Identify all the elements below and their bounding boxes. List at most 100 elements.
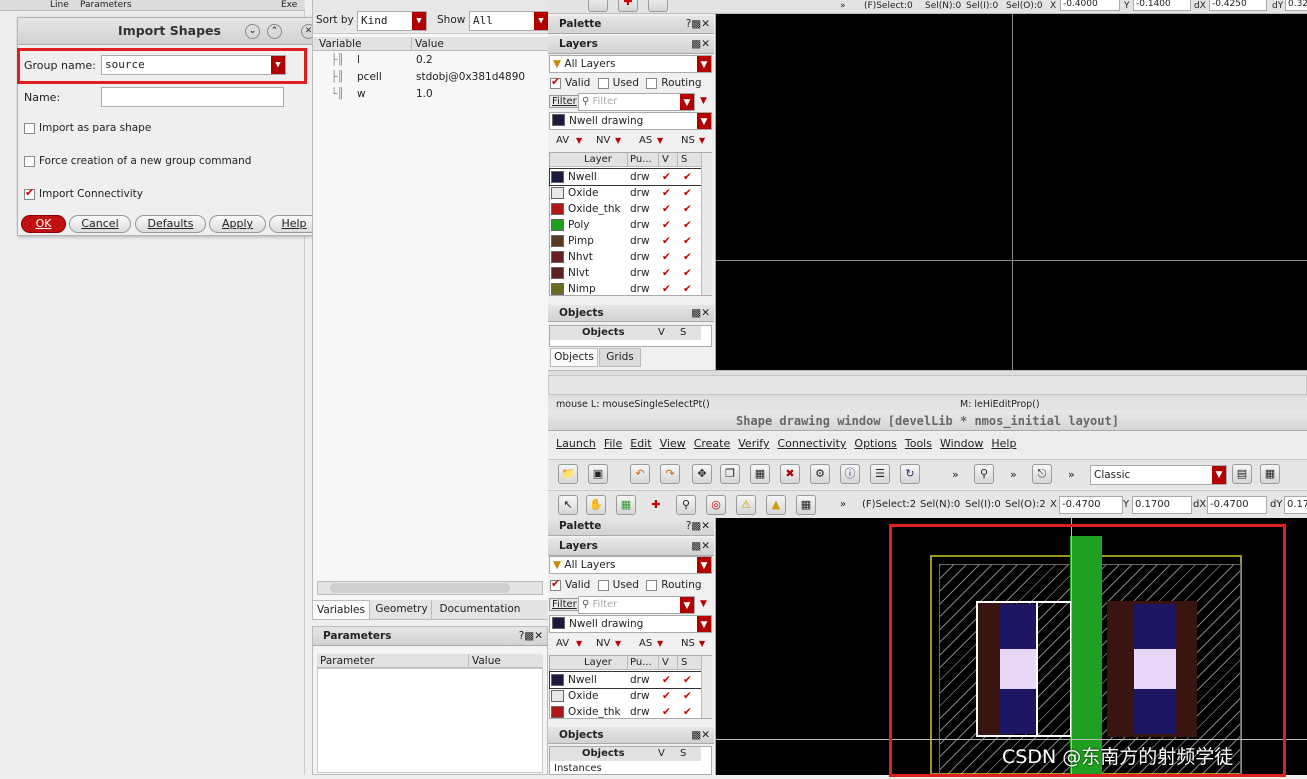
current-layer-combo[interactable]: Nwell drawing ▼ — [549, 112, 712, 130]
tab-objects[interactable]: Objects — [550, 348, 598, 367]
filter-button[interactable]: Filter — [549, 598, 580, 611]
ok-button[interactable]: OK — [21, 215, 66, 233]
panel-controls-icon[interactable]: ?▩✕ — [686, 518, 710, 535]
tab-documentation[interactable]: Documentation — [434, 600, 526, 620]
visible-check-icon[interactable]: ✔ — [662, 704, 671, 720]
menu-verify[interactable]: Verify — [738, 437, 769, 450]
chevron-down-icon[interactable]: ▼ — [697, 557, 711, 573]
redo-icon[interactable]: ↷ — [660, 464, 680, 484]
overflow-icon[interactable]: » — [840, 499, 846, 510]
selectable-check-icon[interactable]: ✔ — [683, 672, 692, 688]
var-row-pcell[interactable]: ├║ pcell stdobj@0x381d4890 — [313, 71, 549, 87]
ns-button[interactable]: NS — [681, 133, 695, 149]
routing-checkbox[interactable] — [646, 77, 658, 89]
layer-icon[interactable]: ▦ — [796, 495, 816, 515]
var-row-w[interactable]: └║ w 1.0 — [313, 88, 549, 104]
ruler-icon[interactable]: ▦ — [616, 495, 636, 515]
av-button[interactable]: AV — [556, 636, 569, 652]
selectable-check-icon[interactable]: ✔ — [683, 688, 692, 704]
sort-by-combo[interactable]: Kind ▼ — [357, 11, 427, 31]
open-folder-icon[interactable]: 📁 — [558, 464, 578, 484]
selectable-check-icon[interactable]: ✔ — [683, 249, 692, 265]
used-checkbox[interactable] — [597, 579, 609, 591]
warning-icon[interactable]: ⚠ — [736, 495, 756, 515]
ns-button[interactable]: NS — [681, 636, 695, 652]
name-field[interactable] — [101, 87, 284, 107]
stretch-icon[interactable]: ▦ — [750, 464, 770, 484]
tab-grids[interactable]: Grids — [599, 348, 641, 367]
x-field[interactable]: -0.4000 — [1060, 0, 1120, 11]
move-icon[interactable]: ✚ — [618, 0, 638, 12]
chevron-down-icon[interactable]: ▼ — [1212, 466, 1226, 484]
select-icon[interactable]: ↖ — [558, 495, 578, 515]
chevron-down-icon[interactable]: ▼ — [412, 12, 426, 30]
layer-row[interactable]: Pimp drw ✔ ✔ — [550, 233, 701, 249]
visible-check-icon[interactable]: ✔ — [662, 265, 671, 281]
select-icon[interactable] — [588, 0, 608, 12]
visible-check-icon[interactable]: ✔ — [662, 169, 671, 185]
marker-icon[interactable]: ▲ — [766, 495, 786, 515]
visible-check-icon[interactable]: ✔ — [662, 281, 671, 297]
chevron-down-icon[interactable]: ▼ — [657, 636, 663, 652]
import-para-shape-option[interactable]: Import as para shape — [24, 122, 151, 134]
selectable-check-icon[interactable]: ✔ — [683, 169, 692, 185]
chevron-down-icon[interactable]: ▼ — [576, 636, 582, 652]
valid-checkbox[interactable] — [550, 75, 561, 89]
selectable-check-icon[interactable]: ✔ — [683, 281, 692, 297]
pan-icon[interactable]: ✋ — [586, 495, 606, 515]
vertical-scrollbar[interactable] — [701, 153, 712, 295]
tab-geometry[interactable]: Geometry — [372, 600, 432, 620]
chevron-down-icon[interactable]: ▼ — [697, 56, 711, 72]
zoom-icon[interactable]: ⚲ — [676, 495, 696, 515]
x-field[interactable]: -0.4700 — [1059, 496, 1123, 514]
selectable-check-icon[interactable]: ✔ — [683, 704, 692, 720]
layer-row[interactable]: Poly drw ✔ ✔ — [550, 217, 701, 233]
checkbox[interactable] — [24, 186, 35, 200]
chevron-down-icon[interactable]: ▼ — [615, 133, 621, 149]
panel-controls-icon[interactable]: ▩✕ — [691, 538, 710, 555]
probe-icon[interactable]: ◎ — [706, 495, 726, 515]
info-icon[interactable]: ⓘ — [840, 464, 860, 484]
workspace-delete-icon[interactable]: ▦ — [1260, 464, 1280, 484]
align-icon[interactable]: ☰ — [870, 464, 890, 484]
dy-field[interactable]: 0.17 — [1284, 496, 1307, 514]
layer-row[interactable]: Nhvt drw ✔ ✔ — [550, 249, 701, 265]
selectable-check-icon[interactable]: ✔ — [683, 233, 692, 249]
selectable-check-icon[interactable]: ✔ — [683, 217, 692, 233]
menu-file[interactable]: File — [604, 437, 622, 450]
chevron-down-icon[interactable]: ▼ — [534, 12, 548, 30]
crosshair-icon[interactable]: ✚ — [646, 495, 666, 515]
vertical-scrollbar[interactable] — [701, 656, 712, 718]
routing-checkbox[interactable] — [646, 579, 658, 591]
filter-input[interactable]: ⚲ Filter ▼ — [578, 93, 695, 111]
panel-controls-icon[interactable]: ?▩✕ — [686, 16, 710, 33]
filter-button[interactable]: Filter — [549, 95, 580, 108]
y-field[interactable]: 0.1700 — [1132, 496, 1192, 514]
chevron-down-icon[interactable]: ▼ — [615, 636, 621, 652]
workspace-combo[interactable]: Classic ▼ — [1090, 465, 1227, 485]
valid-checkbox[interactable] — [550, 577, 561, 591]
move-icon[interactable]: ✥ — [692, 464, 712, 484]
layer-row[interactable]: Oxide drw ✔ ✔ — [550, 688, 701, 704]
cancel-button[interactable]: Cancel — [69, 215, 131, 233]
visible-check-icon[interactable]: ✔ — [662, 201, 671, 217]
connect-icon[interactable]: ⎋ — [1032, 464, 1052, 484]
menu-edit[interactable]: Edit — [630, 437, 651, 450]
force-new-group-option[interactable]: Force creation of a new group command — [24, 155, 251, 167]
y-field[interactable]: -0.1400 — [1133, 0, 1191, 11]
visible-check-icon[interactable]: ✔ — [662, 217, 671, 233]
layer-row[interactable]: Oxide_thk drw ✔ ✔ — [550, 201, 701, 217]
as-button[interactable]: AS — [639, 636, 652, 652]
overflow-icon[interactable]: » — [840, 0, 846, 12]
chevron-down-icon[interactable]: ▼ — [697, 616, 711, 632]
filter-menu-icon[interactable]: ▼ — [700, 96, 707, 106]
undo-icon[interactable]: ↶ — [630, 464, 650, 484]
chevron-down-icon[interactable]: ▼ — [680, 94, 694, 110]
av-button[interactable]: AV — [556, 133, 569, 149]
menu-launch[interactable]: Launch — [556, 437, 596, 450]
overflow-icon[interactable]: » — [1010, 468, 1017, 481]
layer-row[interactable]: Oxide drw ✔ ✔ — [550, 185, 701, 201]
visible-check-icon[interactable]: ✔ — [662, 233, 671, 249]
refresh-icon[interactable]: ↻ — [900, 464, 920, 484]
menu-tools[interactable]: Tools — [905, 437, 932, 450]
